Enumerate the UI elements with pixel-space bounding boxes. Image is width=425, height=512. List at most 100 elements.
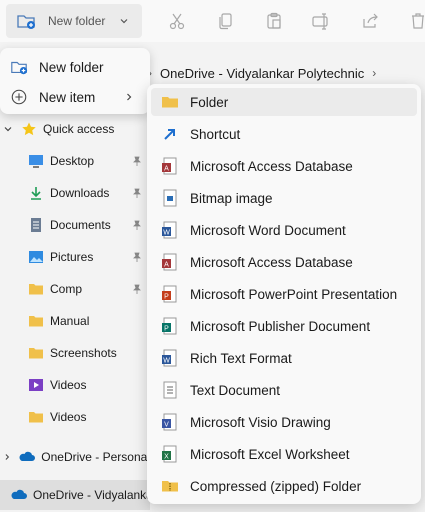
submenu-item-shortcut[interactable]: Shortcut <box>151 120 417 148</box>
breadcrumb-item[interactable]: OneDrive - Vidyalankar Polytechnic <box>160 66 364 81</box>
sidebar-item-desktop[interactable]: Desktop <box>0 146 150 176</box>
svg-text:W: W <box>163 358 170 365</box>
downloads-icon <box>31 187 41 200</box>
submenu-item-label: Microsoft Publisher Document <box>190 318 371 334</box>
star-icon <box>22 122 36 136</box>
submenu-item-label: Text Document <box>190 382 281 398</box>
sidebar-item-label: Screenshots <box>50 346 117 360</box>
folder-icon <box>162 97 178 108</box>
menu-item-new-folder[interactable]: New folder <box>4 52 146 82</box>
submenu-item-access-database-2[interactable]: A Microsoft Access Database <box>151 248 417 276</box>
svg-text:V: V <box>164 422 169 429</box>
pin-icon[interactable] <box>132 220 142 230</box>
documents-icon <box>31 218 41 232</box>
submenu-item-folder[interactable]: Folder <box>151 88 417 116</box>
sidebar-item-label: Comp <box>50 282 83 296</box>
cut-icon[interactable] <box>167 11 187 31</box>
pin-icon[interactable] <box>132 284 142 294</box>
submenu-item-label: Rich Text Format <box>190 350 292 366</box>
sidebar-item-label: OneDrive - Personal <box>41 450 150 464</box>
access-icon: A <box>162 253 177 271</box>
chevron-right-icon <box>127 93 132 101</box>
submenu-item-text-document[interactable]: Text Document <box>151 376 417 404</box>
submenu-item-label: Microsoft Access Database <box>190 158 353 174</box>
publisher-icon: P <box>162 317 177 335</box>
submenu-item-label: Microsoft Access Database <box>190 254 353 270</box>
menu-item-label: New item <box>39 89 96 105</box>
sidebar-item-documents[interactable]: Documents <box>0 210 150 240</box>
sidebar-item-label: Videos <box>50 410 87 424</box>
submenu-item-label: Folder <box>190 94 229 110</box>
breadcrumb-separator[interactable]: › <box>372 66 376 80</box>
sidebar-item-label: Downloads <box>50 186 110 200</box>
new-item-icon <box>11 89 27 105</box>
quick-access-item[interactable]: Quick access <box>0 114 150 144</box>
videos-icon <box>29 379 43 391</box>
submenu-item-bitmap-image[interactable]: Bitmap image <box>151 184 417 212</box>
folder-icon <box>29 316 43 327</box>
delete-icon[interactable] <box>408 11 425 31</box>
navigation-pane: Quick access Desktop Downloads Documents… <box>0 110 150 512</box>
word-icon: W <box>162 221 177 239</box>
new-button[interactable]: New folder <box>6 4 142 38</box>
new-item-submenu: Folder Shortcut A Microsoft Access Datab… <box>147 84 421 504</box>
rename-icon[interactable] <box>311 11 331 31</box>
sidebar-item-label: Documents <box>50 218 111 232</box>
submenu-item-rich-text-format[interactable]: W Rich Text Format <box>151 344 417 372</box>
shortcut-icon <box>164 129 175 140</box>
sidebar-item-screenshots[interactable]: Screenshots <box>0 338 150 368</box>
svg-text:A: A <box>164 166 169 173</box>
svg-text:A: A <box>164 262 169 269</box>
sidebar-item-pictures[interactable]: Pictures <box>0 242 150 272</box>
access-icon: A <box>162 157 177 175</box>
svg-text:P: P <box>164 294 169 301</box>
chevron-down-icon <box>120 19 128 24</box>
chevron-right-icon[interactable] <box>3 452 11 462</box>
svg-text:X: X <box>164 454 169 461</box>
sidebar-item-label: Manual <box>50 314 90 328</box>
sidebar-item-comp[interactable]: Comp <box>0 274 150 304</box>
svg-text:W: W <box>163 230 170 237</box>
text-icon <box>163 381 177 399</box>
sidebar-item-manual[interactable]: Manual <box>0 306 150 336</box>
submenu-item-label: Microsoft Excel Worksheet <box>190 446 350 462</box>
paste-icon[interactable] <box>264 11 284 31</box>
submenu-item-compressed-folder[interactable]: Compressed (zipped) Folder <box>151 472 417 500</box>
share-icon[interactable] <box>360 11 380 31</box>
chevron-down-icon[interactable] <box>3 124 13 134</box>
submenu-item-access-database[interactable]: A Microsoft Access Database <box>151 152 417 180</box>
submenu-item-label: Microsoft Visio Drawing <box>190 414 331 430</box>
command-bar: New folder <box>0 0 425 42</box>
powerpoint-icon: P <box>162 285 177 303</box>
submenu-item-label: Microsoft PowerPoint Presentation <box>190 286 398 302</box>
submenu-item-visio-drawing[interactable]: V Microsoft Visio Drawing <box>151 408 417 436</box>
breadcrumb: › OneDrive - Vidyalankar Polytechnic › <box>148 60 376 86</box>
sidebar-item-downloads[interactable]: Downloads <box>0 178 150 208</box>
folder-icon <box>29 412 43 423</box>
submenu-item-word-document[interactable]: W Microsoft Word Document <box>151 216 417 244</box>
new-folder-icon <box>17 15 35 29</box>
pin-icon[interactable] <box>132 188 142 198</box>
sidebar-item-onedrive-personal[interactable]: OneDrive - Personal <box>0 442 150 472</box>
copy-icon[interactable] <box>216 11 236 31</box>
sidebar-item-label: OneDrive - Vidyalankar <box>33 488 150 502</box>
bitmap-icon <box>163 189 177 207</box>
pictures-icon <box>29 251 43 263</box>
submenu-item-label: Shortcut <box>190 126 241 142</box>
pin-icon[interactable] <box>132 156 142 166</box>
folder-icon <box>29 284 43 295</box>
sidebar-item-label: Pictures <box>50 250 94 264</box>
sidebar-item-videos-folder[interactable]: Videos <box>0 402 150 432</box>
sidebar-item-videos[interactable]: Videos <box>0 370 150 400</box>
pin-icon[interactable] <box>132 252 142 262</box>
sidebar-item-label: Videos <box>50 378 87 392</box>
new-button-label: New folder <box>48 14 106 28</box>
submenu-item-publisher-document[interactable]: P Microsoft Publisher Document <box>151 312 417 340</box>
submenu-item-label: Bitmap image <box>190 190 273 206</box>
sidebar-item-onedrive-vidyalankar[interactable]: OneDrive - Vidyalankar <box>0 480 150 510</box>
visio-icon: V <box>162 413 177 431</box>
submenu-item-powerpoint-presentation[interactable]: P Microsoft PowerPoint Presentation <box>151 280 417 308</box>
submenu-item-excel-worksheet[interactable]: X Microsoft Excel Worksheet <box>151 440 417 468</box>
menu-item-new-item[interactable]: New item <box>4 82 146 112</box>
folder-icon <box>29 348 43 359</box>
